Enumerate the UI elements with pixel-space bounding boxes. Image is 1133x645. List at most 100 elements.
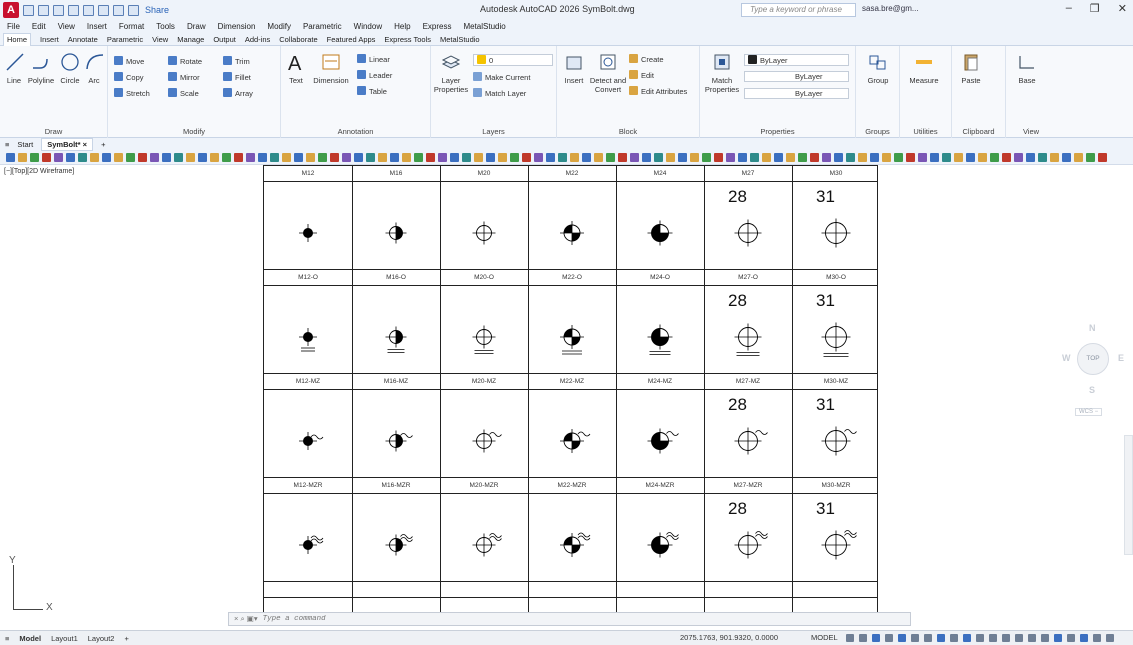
status-toggle-icon[interactable] — [885, 634, 893, 642]
bolt-symbol[interactable] — [440, 493, 528, 581]
tab-express-tools[interactable]: Express Tools — [384, 35, 431, 44]
toolbar-tool-icon[interactable] — [138, 153, 147, 162]
user-account[interactable]: sasa.bre@gm... — [862, 4, 919, 13]
toolbar-tool-icon[interactable] — [1062, 153, 1071, 162]
group-tool[interactable]: Group — [860, 51, 896, 85]
linetype-dropdown[interactable]: ByLayer — [744, 71, 849, 82]
tab-collaborate[interactable]: Collaborate — [279, 35, 317, 44]
bolt-symbol[interactable] — [792, 389, 880, 477]
bolt-symbol[interactable] — [792, 285, 880, 373]
toolbar-tool-icon[interactable] — [1026, 153, 1035, 162]
toolbar-tool-icon[interactable] — [510, 153, 519, 162]
toolbar-tool-icon[interactable] — [414, 153, 423, 162]
model-space-toggle[interactable]: MODEL — [811, 633, 838, 642]
toolbar-tool-icon[interactable] — [102, 153, 111, 162]
toolbar-tool-icon[interactable] — [714, 153, 723, 162]
edit-block-tool[interactable]: Edit — [629, 70, 654, 80]
close-tab-icon[interactable]: × — [83, 140, 87, 149]
toolbar-tool-icon[interactable] — [474, 153, 483, 162]
toolbar-tool-icon[interactable] — [54, 153, 63, 162]
toolbar-tool-icon[interactable] — [234, 153, 243, 162]
menu-modify[interactable]: Modify — [267, 22, 291, 31]
toolbar-tool-icon[interactable] — [402, 153, 411, 162]
toolbar-tool-icon[interactable] — [354, 153, 363, 162]
undo-icon[interactable] — [113, 4, 124, 16]
toolbar-tool-icon[interactable] — [846, 153, 855, 162]
linear-tool[interactable]: Linear — [357, 54, 390, 64]
viewcube-north[interactable]: N — [1089, 323, 1096, 333]
new-tab-button[interactable]: + — [101, 140, 105, 149]
start-tab[interactable]: Start — [17, 140, 33, 149]
toolbar-tool-icon[interactable] — [810, 153, 819, 162]
file-tab-symbolt[interactable]: SymBolt* × — [41, 138, 94, 151]
measure-tool[interactable]: Measure — [904, 51, 944, 85]
menu-file[interactable]: File — [7, 22, 20, 31]
toolbar-tool-icon[interactable] — [942, 153, 951, 162]
toolbar-tool-icon[interactable] — [186, 153, 195, 162]
toolbar-tool-icon[interactable] — [486, 153, 495, 162]
toolbar-tool-icon[interactable] — [798, 153, 807, 162]
toolbar-tool-icon[interactable] — [426, 153, 435, 162]
toolbar-tool-icon[interactable] — [342, 153, 351, 162]
toolbar-tool-icon[interactable] — [618, 153, 627, 162]
toolbar-tool-icon[interactable] — [18, 153, 27, 162]
toolbar-tool-icon[interactable] — [246, 153, 255, 162]
add-layout-button[interactable]: + — [119, 634, 133, 643]
viewcube-top-face[interactable]: TOP — [1077, 343, 1109, 375]
bolt-symbol[interactable] — [528, 493, 616, 581]
toolbar-tool-icon[interactable] — [438, 153, 447, 162]
toolbar-tool-icon[interactable] — [294, 153, 303, 162]
menu-help[interactable]: Help — [394, 22, 410, 31]
trim-tool[interactable]: Trim — [223, 56, 250, 66]
bolt-symbol[interactable] — [704, 285, 792, 373]
bolt-symbol[interactable] — [264, 389, 352, 477]
toolbar-tool-icon[interactable] — [366, 153, 375, 162]
status-toggle-icon[interactable] — [989, 634, 997, 642]
status-toggle-icon[interactable] — [937, 634, 945, 642]
toolbar-tool-icon[interactable] — [558, 153, 567, 162]
toolbar-tool-icon[interactable] — [450, 153, 459, 162]
draw-panel-title[interactable]: Draw — [0, 127, 107, 136]
menu-format[interactable]: Format — [119, 22, 144, 31]
viewcube-east[interactable]: E — [1118, 353, 1124, 363]
toolbar-tool-icon[interactable] — [690, 153, 699, 162]
application-menu-button[interactable]: A — [3, 2, 19, 18]
fillet-tool[interactable]: Fillet — [223, 72, 251, 82]
status-toggle-icon[interactable] — [1054, 634, 1062, 642]
status-toggle-icon[interactable] — [1041, 634, 1049, 642]
circle-tool[interactable]: Circle — [58, 51, 82, 85]
bolt-symbol[interactable] — [704, 181, 792, 269]
drawing-canvas[interactable]: [−][Top][2D Wireframe] M12 M16 M20 M22 M24 M2… — [0, 165, 1133, 630]
bolt-symbol[interactable] — [352, 493, 440, 581]
line-tool[interactable]: Line — [4, 51, 24, 85]
toolbar-tool-icon[interactable] — [1038, 153, 1047, 162]
status-menu-icon[interactable]: ≡ — [0, 634, 14, 643]
cursor-coordinates[interactable]: 2075.1763, 901.9320, 0.0000 — [680, 633, 778, 642]
redo-icon[interactable] — [128, 4, 139, 16]
toolbar-tool-icon[interactable] — [198, 153, 207, 162]
toolbar-tool-icon[interactable] — [966, 153, 975, 162]
toolbar-tool-icon[interactable] — [150, 153, 159, 162]
menu-parametric[interactable]: Parametric — [303, 22, 342, 31]
table-tool[interactable]: Table — [357, 86, 387, 96]
bolt-symbol[interactable] — [528, 181, 616, 269]
status-toggle-icon[interactable] — [1080, 634, 1088, 642]
bolt-symbol[interactable] — [792, 181, 880, 269]
bolt-symbol[interactable] — [352, 389, 440, 477]
toolbar-tool-icon[interactable] — [390, 153, 399, 162]
modify-panel-title[interactable]: Modify — [108, 127, 280, 136]
toolbar-tool-icon[interactable] — [162, 153, 171, 162]
layer-properties-tool[interactable]: Layer Properties — [433, 51, 469, 94]
toolbar-tool-icon[interactable] — [1002, 153, 1011, 162]
status-toggle-icon[interactable] — [859, 634, 867, 642]
tab-parametric[interactable]: Parametric — [107, 35, 143, 44]
toolbar-tool-icon[interactable] — [6, 153, 15, 162]
menu-express[interactable]: Express — [423, 22, 452, 31]
bolt-symbol[interactable] — [264, 493, 352, 581]
tab-insert[interactable]: Insert — [40, 35, 59, 44]
command-line-icons[interactable]: × ⌕ ▣▾ — [229, 614, 263, 624]
toolbar-tool-icon[interactable] — [498, 153, 507, 162]
status-toggle-icon[interactable] — [1106, 634, 1114, 642]
color-dropdown[interactable]: ByLayer — [744, 54, 849, 66]
toolbar-tool-icon[interactable] — [318, 153, 327, 162]
